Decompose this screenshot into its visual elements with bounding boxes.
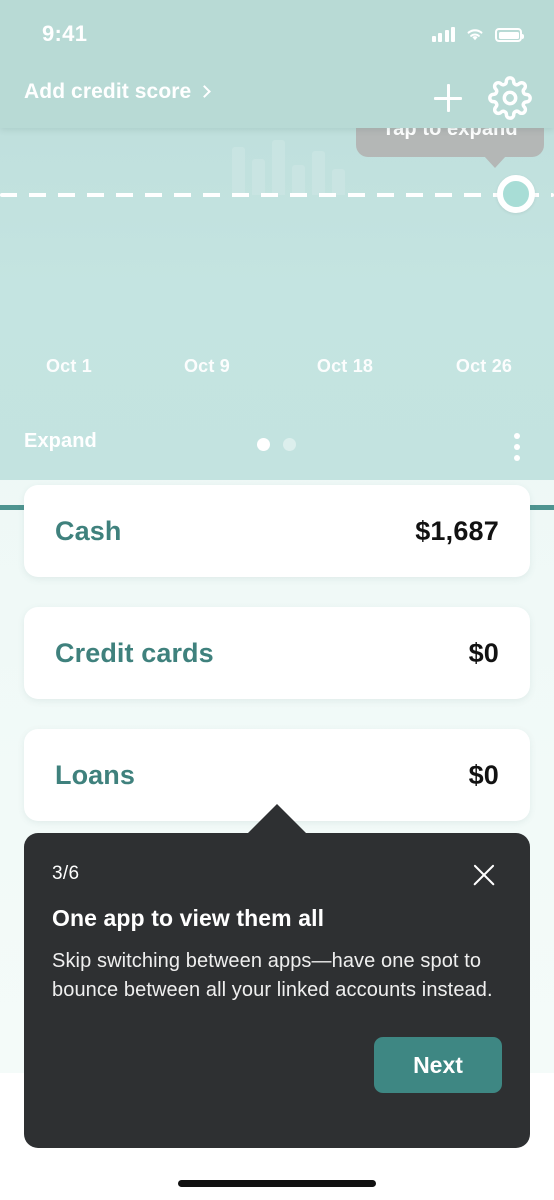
chart-reference-line bbox=[0, 193, 554, 197]
add-credit-score-label: Add credit score bbox=[24, 80, 192, 103]
gear-icon[interactable] bbox=[488, 76, 532, 120]
account-value: $0 bbox=[468, 637, 499, 668]
expand-row: Expand bbox=[0, 430, 554, 464]
expand-label[interactable]: Expand bbox=[24, 430, 97, 453]
chevron-right-icon bbox=[198, 85, 212, 98]
kebab-menu-icon[interactable] bbox=[504, 430, 530, 464]
coach-body-text: Skip switching between apps—have one spo… bbox=[52, 950, 493, 1001]
pager-dot-2[interactable] bbox=[283, 438, 296, 451]
account-value: $0 bbox=[468, 759, 499, 790]
header-actions-row: Add credit score bbox=[0, 72, 554, 124]
phone-screen: Oct 1 Oct 9 Oct 18 Oct 26 Expand 9:41 Ad… bbox=[0, 0, 554, 1200]
wifi-icon bbox=[467, 29, 483, 41]
account-label: Loans bbox=[55, 759, 136, 790]
chart-current-point-marker[interactable] bbox=[497, 175, 535, 213]
coach-title: One app to view them all bbox=[52, 905, 325, 931]
coach-mark-tooltip: 3/6 One app to view them all Skip switch… bbox=[24, 833, 530, 1148]
status-bar-time: 9:41 bbox=[42, 21, 88, 46]
x-tick-label: Oct 26 bbox=[455, 356, 513, 376]
status-bar-icons bbox=[431, 22, 524, 42]
next-button[interactable]: Next bbox=[374, 1037, 502, 1093]
chart-x-axis: Oct 1 Oct 9 Oct 18 Oct 26 bbox=[0, 356, 554, 384]
close-icon[interactable] bbox=[464, 855, 504, 895]
plus-icon[interactable] bbox=[426, 76, 470, 120]
x-tick-label: Oct 9 bbox=[183, 356, 231, 376]
account-card-cash[interactable]: Cash $1,687 bbox=[24, 485, 530, 577]
add-credit-score-link[interactable]: Add credit score bbox=[24, 80, 212, 104]
coach-step-counter: 3/6 bbox=[52, 863, 80, 884]
battery-icon bbox=[495, 28, 524, 42]
x-tick-label: Oct 1 bbox=[45, 356, 93, 376]
account-label: Cash bbox=[55, 515, 122, 546]
x-tick-label: Oct 18 bbox=[316, 356, 374, 376]
carousel-pager[interactable] bbox=[257, 438, 296, 451]
account-value: $1,687 bbox=[415, 515, 499, 546]
status-bar: 9:41 bbox=[0, 0, 554, 56]
app-header: 9:41 Add credit score bbox=[0, 0, 554, 128]
account-card-credit-cards[interactable]: Credit cards $0 bbox=[24, 607, 530, 699]
account-label: Credit cards bbox=[55, 637, 214, 668]
pager-dot-1[interactable] bbox=[257, 438, 270, 451]
cellular-signal-icon bbox=[431, 26, 455, 42]
home-indicator bbox=[178, 1180, 376, 1187]
